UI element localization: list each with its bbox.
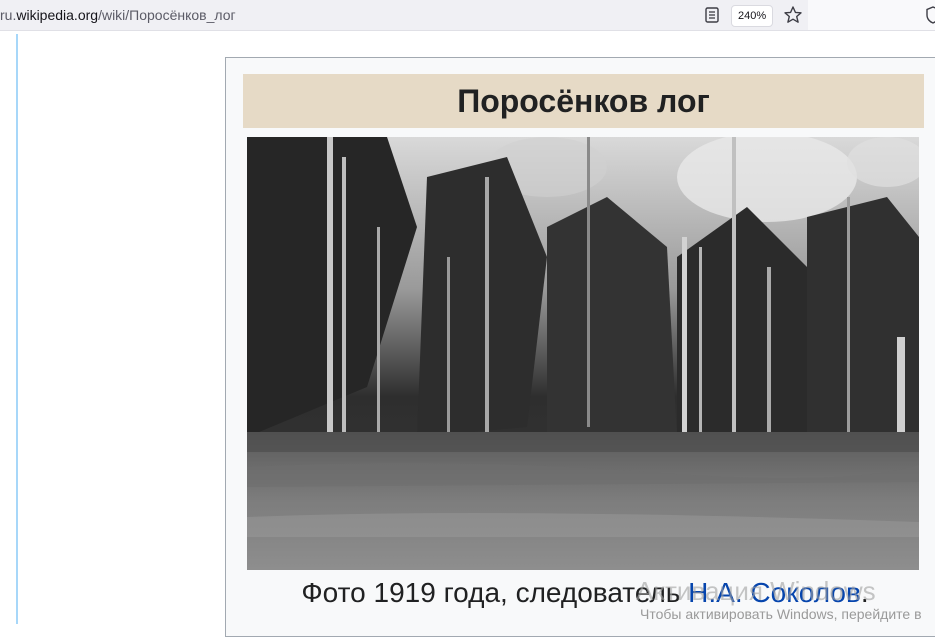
windows-activation-title: Активация Windows <box>636 576 876 606</box>
url-prefix: ru. <box>0 7 17 23</box>
caption-text: Фото 1919 года, следователь <box>301 577 689 608</box>
forest-photo[interactable] <box>247 137 919 570</box>
browser-toolbar: ru.wikipedia.org/wiki/Поросёнков_лог 240… <box>0 0 935 31</box>
star-icon[interactable] <box>783 5 803 25</box>
shield-icon[interactable] <box>925 6 935 24</box>
zoom-level-badge[interactable]: 240% <box>731 5 774 27</box>
reader-mode-icon[interactable] <box>703 6 721 24</box>
address-bar[interactable]: ru.wikipedia.org/wiki/Поросёнков_лог 240… <box>0 0 808 30</box>
url-host: wikipedia.org <box>16 7 99 23</box>
url-text[interactable]: ru.wikipedia.org/wiki/Поросёнков_лог <box>0 7 236 23</box>
sidebar-divider <box>16 34 18 624</box>
windows-activation-text: Чтобы активировать Windows, перейдите в <box>640 606 922 622</box>
infobox-title: Поросёнков лог <box>243 74 924 128</box>
url-path: /wiki/Поросёнков_лог <box>98 7 236 23</box>
